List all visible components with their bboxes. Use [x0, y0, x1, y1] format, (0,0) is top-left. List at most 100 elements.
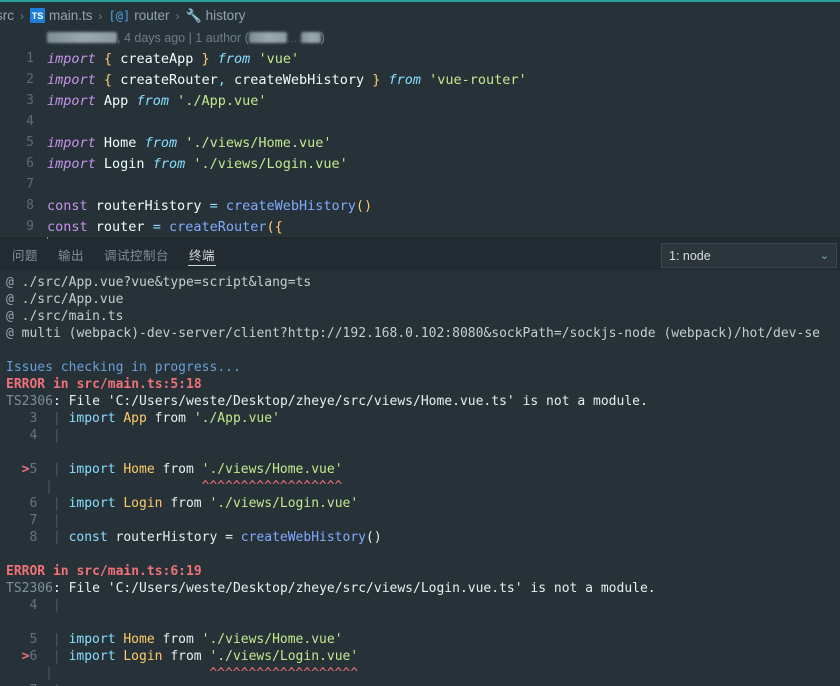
- source-token: =: [225, 530, 241, 545]
- blurred-author-list: [248, 32, 287, 43]
- code-line[interactable]: 5 import Home from './views/Home.vue': [0, 132, 840, 153]
- breadcrumb-separator: ›: [98, 8, 103, 23]
- at-symbol-icon: @: [6, 309, 14, 324]
- code-token: import: [47, 134, 96, 151]
- panel-tab-输出[interactable]: 输出: [48, 239, 94, 270]
- panel-tab-label: 调试控制台: [104, 248, 170, 263]
- gitlens-header-text: , 4 days ago | 1 author (: [117, 30, 249, 45]
- terminal-source-line: 4 |: [6, 427, 840, 444]
- source-token: createWebHistory: [240, 530, 366, 545]
- panel-tab-list[interactable]: 问题 输出 调试控制台 终端: [0, 239, 225, 270]
- source-token: './App.vue': [193, 411, 280, 426]
- code-token: import: [47, 50, 96, 67]
- code-line[interactable]: 2 import { createRouter, createWebHistory…: [0, 69, 840, 90]
- code-line[interactable]: 3 import App from './App.vue': [0, 90, 840, 111]
- error-line-marker: [6, 529, 29, 546]
- line-number: 6: [26, 156, 34, 171]
- terminal-source-line: 3 | import App from './App.vue': [6, 410, 840, 427]
- terminal-output[interactable]: @ ./src/App.vue?vue&type=script&lang=ts @…: [0, 270, 840, 686]
- code-token: createWebHistory: [225, 197, 356, 214]
- panel-tab-终端[interactable]: 终端: [179, 239, 225, 270]
- error-code: TS2306: [6, 394, 53, 409]
- gutter-bar: |: [45, 479, 61, 494]
- chevron-down-icon: ⌄: [819, 250, 829, 262]
- code-line[interactable]: 4: [0, 111, 840, 132]
- code-token: Home: [103, 134, 137, 151]
- line-content: import { createApp } from 'vue': [47, 51, 299, 67]
- breadcrumb-item-label: history: [205, 8, 246, 23]
- vscode-window: src›TSmain.ts›[@]router›🔧history , 4 day…: [0, 0, 840, 686]
- code-token: import: [47, 155, 96, 172]
- at-symbol-icon: @: [6, 326, 14, 341]
- terminal-error-header: ERROR in src/main.ts:5:18: [6, 376, 840, 393]
- line-content: const routerHistory = createWebHistory(): [47, 198, 372, 214]
- code-token: from: [217, 50, 251, 67]
- code-token: const: [47, 218, 88, 235]
- source-token: Login: [123, 496, 163, 511]
- code-token: from: [388, 71, 422, 88]
- code-token: routerHistory: [95, 197, 202, 214]
- code-token: {: [103, 71, 113, 88]
- gutter-bar: |: [45, 598, 69, 613]
- code-token: (: [266, 218, 275, 235]
- terminal-error-header: ERROR in src/main.ts:6:19: [6, 563, 840, 580]
- code-token: 'vue-router': [429, 71, 527, 88]
- code-line[interactable]: 7: [0, 174, 840, 195]
- code-token: './views/Home.vue': [185, 134, 332, 151]
- source-token: const: [68, 530, 108, 545]
- gutter-bar: |: [45, 496, 69, 511]
- code-line[interactable]: 8 const routerHistory = createWebHistory(…: [0, 195, 840, 216]
- gutter-bar: |: [45, 530, 69, 545]
- breadcrumb-item-router[interactable]: [@] router: [107, 8, 172, 23]
- code-token: createRouter: [168, 218, 267, 235]
- gutter-bar: |: [45, 632, 69, 647]
- source-token: './views/Login.vue': [209, 496, 359, 511]
- panel-tab-问题[interactable]: 问题: [2, 239, 48, 270]
- source-token: import: [68, 462, 116, 477]
- error-line-marker: [6, 682, 29, 686]
- breadcrumb-item-label: main.ts: [49, 8, 93, 23]
- terminal-squiggle-line: | ^^^^^^^^^^^^^^^^^^^: [6, 665, 840, 682]
- code-token: import: [47, 92, 96, 109]
- code-line[interactable]: 6 import Login from './views/Login.vue': [0, 153, 840, 174]
- code-lines-container[interactable]: 1 import { createApp } from 'vue' 2 import …: [0, 48, 840, 239]
- breadcrumb-item-src[interactable]: src: [0, 8, 16, 23]
- breadcrumb-separator: ›: [175, 8, 180, 23]
- source-token: import: [68, 649, 116, 664]
- module-path: ./src/App.vue: [13, 292, 124, 307]
- code-token: =: [152, 218, 161, 235]
- terminal-squiggle-line: | ^^^^^^^^^^^^^^^^^^: [6, 478, 840, 495]
- terminal-module-line: @ ./src/main.ts: [6, 308, 840, 325]
- source-line-number: 6: [29, 649, 38, 664]
- code-token: Login: [103, 155, 145, 172]
- panel-tab-label: 输出: [58, 248, 85, 263]
- terminal-source-line: >6 | import Login from './views/Login.vu…: [6, 648, 840, 665]
- line-number: 9: [26, 219, 34, 234]
- code-token: createRouter: [120, 71, 218, 88]
- terminal-source-line: 7 |: [6, 682, 840, 686]
- code-editor[interactable]: , 4 days ago | 1 author (....) 1 import {…: [0, 27, 840, 239]
- code-line[interactable]: 1 import { createApp } from 'vue': [0, 48, 840, 69]
- terminal-source-line: 8 | const routerHistory = createWebHisto…: [6, 529, 840, 546]
- panel-tab-调试控制台[interactable]: 调试控制台: [94, 239, 179, 270]
- terminal-instance-selector[interactable]: 1: node ⌄: [661, 243, 837, 268]
- variable-symbol-icon: [@]: [108, 8, 131, 23]
- breadcrumb-item-main-ts[interactable]: TS main.ts: [28, 8, 95, 23]
- breadcrumb-item-history[interactable]: 🔧 history: [183, 8, 247, 24]
- code-token: createWebHistory: [234, 71, 365, 88]
- source-token: import: [68, 411, 116, 426]
- code-line[interactable]: 9 const router = createRouter({: [0, 216, 840, 237]
- source-token: from: [162, 649, 210, 664]
